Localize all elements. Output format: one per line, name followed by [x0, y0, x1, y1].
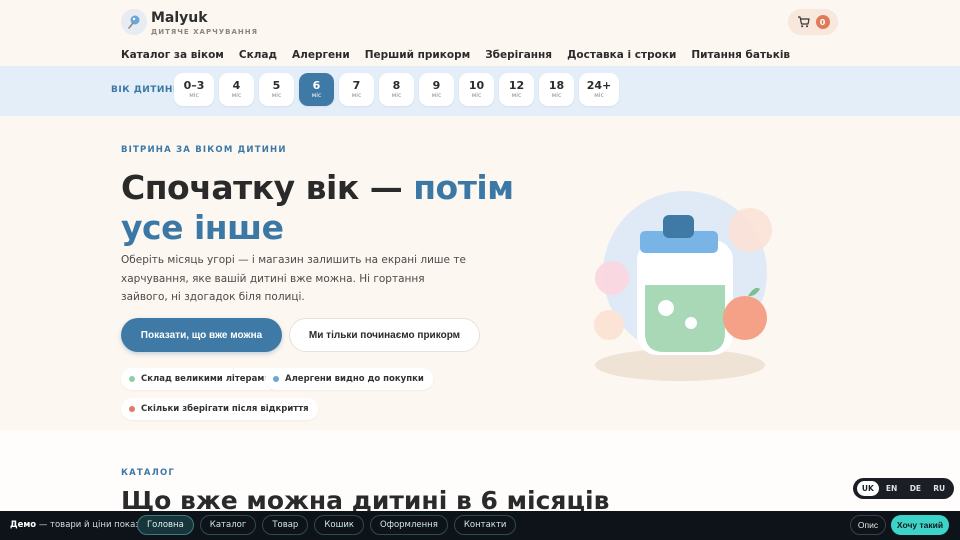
age-chip-unit: міс — [551, 91, 562, 99]
age-chip-unit: міс — [271, 91, 282, 99]
nav-item-delivery[interactable]: Доставка і строки — [567, 49, 676, 61]
age-chip-5[interactable]: 8 міс — [379, 73, 414, 106]
age-chip-unit: міс — [311, 91, 322, 99]
nav-item-ingredients[interactable]: Склад — [239, 49, 277, 61]
language-option-ru[interactable]: RU — [928, 481, 950, 496]
cart-count-badge: 0 — [815, 15, 830, 29]
age-chip-unit: міс — [189, 91, 199, 99]
language-switcher: UK EN DE RU — [853, 478, 954, 499]
main-nav: Каталог за віком Склад Алергени Перший п… — [121, 49, 790, 61]
age-chip-unit: міс — [351, 91, 362, 99]
demo-tab-3[interactable]: Кошик — [314, 515, 364, 535]
age-chip-unit: міс — [391, 91, 402, 99]
cart-icon — [797, 16, 810, 28]
age-chip-9[interactable]: 18 міс — [539, 73, 574, 106]
language-option-en[interactable]: EN — [881, 481, 903, 496]
language-option-uk[interactable]: UK — [856, 481, 879, 496]
age-chip-7[interactable]: 10 міс — [459, 73, 494, 106]
age-chip-number: 5 — [272, 79, 281, 93]
feature-pill-allergens: Алергени видно до покупки — [265, 368, 433, 390]
feature-pill-label: Алергени видно до покупки — [285, 374, 424, 384]
nav-item-first-feeding[interactable]: Перший прикорм — [365, 49, 471, 61]
age-chip-unit: міс — [471, 91, 482, 99]
age-chip-number: 12 — [508, 79, 525, 93]
hero-eyebrow: ВІТРИНА ЗА ВІКОМ ДИТИНИ — [121, 145, 287, 155]
nav-item-catalog-by-age[interactable]: Каталог за віком — [121, 49, 224, 61]
age-chip-8[interactable]: 12 міс — [499, 73, 534, 106]
brand-subtitle: ДИТЯЧЕ ХАРЧУВАННЯ — [151, 28, 258, 36]
demo-page-tabs: Головна Каталог Товар Кошик Оформлення Контак… — [137, 515, 517, 535]
age-selector-label: ВІК ДИТИНИ — [111, 85, 181, 95]
age-chip-unit: міс — [231, 91, 242, 99]
age-chip-list: 0–3 міс 4 міс 5 міс 6 міс 7 міс 8 міс 9 міс 10 міс 12 міс… — [174, 73, 619, 106]
blue-dot-icon — [273, 376, 279, 382]
age-chip-0[interactable]: 0–3 міс — [174, 73, 214, 106]
age-chip-10[interactable]: 24+ міс — [579, 73, 619, 106]
catalog-eyebrow: КАТАЛОГ — [121, 468, 176, 478]
baby-food-jar-illustration — [594, 191, 772, 381]
demo-cta-button[interactable]: Хочу такий — [891, 515, 949, 535]
nav-item-storage[interactable]: Зберігання — [485, 49, 552, 61]
starting-feeding-button[interactable]: Ми тільки починаємо прикорм — [289, 318, 480, 352]
age-chip-number: 4 — [232, 79, 241, 93]
feature-pill-label: Скільки зберігати після відкриття — [141, 404, 309, 414]
green-dot-icon — [129, 376, 135, 382]
hero-description: Оберіть місяць угорі — і магазин залишит… — [121, 254, 466, 303]
age-chip-2[interactable]: 5 міс — [259, 73, 294, 106]
brand-logo[interactable] — [121, 9, 147, 35]
age-chip-number: 6 — [312, 79, 321, 93]
cart-button[interactable]: 0 — [788, 9, 838, 35]
demo-tab-5[interactable]: Контакти — [453, 515, 517, 535]
demo-notice: Демо — товари й ціни показові: — [10, 520, 155, 530]
show-allowed-button[interactable]: Показати, що вже можна — [121, 318, 282, 352]
feature-pill-label: Склад великими літерами — [141, 374, 271, 384]
age-chip-number: 18 — [548, 79, 565, 93]
hero-title: Спочатку вік — потім усе інше — [121, 168, 561, 248]
brand-name[interactable]: Malyuk — [151, 10, 208, 26]
demo-tab-4[interactable]: Оформлення — [370, 515, 448, 535]
age-chip-unit: міс — [511, 91, 522, 99]
demo-notice-bold: Демо — [10, 520, 37, 530]
red-dot-icon — [129, 406, 135, 412]
age-chip-6[interactable]: 9 міс — [419, 73, 454, 106]
age-chip-3[interactable]: 6 міс — [299, 73, 334, 106]
nav-item-allergens[interactable]: Алергени — [292, 49, 350, 61]
age-chip-unit: міс — [431, 91, 442, 99]
demo-tab-1[interactable]: Каталог — [199, 515, 257, 535]
hero-title-main: Спочатку вік — — [121, 168, 414, 207]
nav-item-parent-questions[interactable]: Питання батьків — [691, 49, 790, 61]
feature-pill-storage: Скільки зберігати після відкриття — [121, 398, 318, 420]
language-option-de[interactable]: DE — [904, 481, 926, 496]
demo-tab-0[interactable]: Головна — [137, 515, 194, 535]
age-chip-number: 7 — [352, 79, 361, 93]
age-chip-unit: міс — [594, 91, 604, 99]
age-chip-number: 9 — [432, 79, 441, 93]
demo-about-button[interactable]: Опис — [850, 515, 886, 535]
rattle-icon — [128, 15, 140, 29]
age-chip-number: 24+ — [586, 79, 612, 93]
demo-tab-2[interactable]: Товар — [262, 515, 309, 535]
age-chip-number: 0–3 — [183, 79, 205, 93]
age-chip-number: 8 — [392, 79, 401, 93]
age-chip-1[interactable]: 4 міс — [219, 73, 254, 106]
feature-pill-ingredients: Склад великими літерами — [121, 368, 280, 390]
age-chip-4[interactable]: 7 міс — [339, 73, 374, 106]
age-chip-number: 10 — [468, 79, 485, 93]
